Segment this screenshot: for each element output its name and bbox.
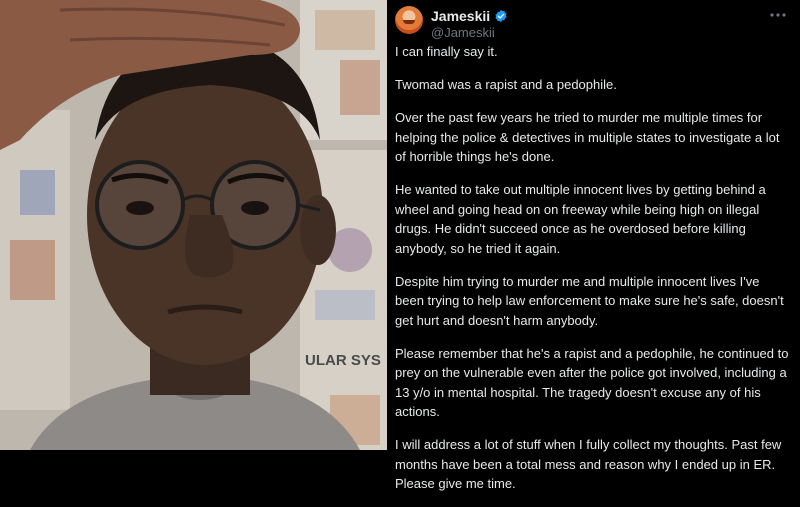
photo-illustration: ULAR SYS <box>0 0 387 450</box>
more-options-icon[interactable] <box>768 7 788 23</box>
tweet-paragraph: Despite him trying to murder me and mult… <box>395 273 784 328</box>
tweet-paragraph: Please remember that he's a rapist and a… <box>395 345 789 420</box>
screenshot-frame: ULAR SYS Jameskii @Jameskii I can finall… <box>0 0 800 491</box>
tweet-paragraph: I can finally say it. <box>395 44 498 59</box>
display-name[interactable]: Jameskii <box>431 8 490 24</box>
tweet-paragraph: Over the past few years he tried to murd… <box>395 110 780 164</box>
author-name-row: Jameskii <box>431 8 508 24</box>
user-handle[interactable]: @Jameskii <box>431 25 495 40</box>
tweet-text: I can finally say it. Twomad was a rapis… <box>395 42 790 507</box>
tweet-paragraph: Twomad was a rapist and a pedophile. <box>395 77 617 92</box>
poster-text: ULAR SYS <box>305 352 381 369</box>
tweet-paragraph: I will address a lot of stuff when I ful… <box>395 437 782 491</box>
avatar[interactable] <box>395 6 423 34</box>
tweet-card: Jameskii @Jameskii I can finally say it.… <box>387 0 800 491</box>
selfie-photo: ULAR SYS <box>0 0 387 450</box>
verified-badge-icon <box>494 9 508 23</box>
tweet-paragraph: He wanted to take out multiple innocent … <box>395 182 766 256</box>
